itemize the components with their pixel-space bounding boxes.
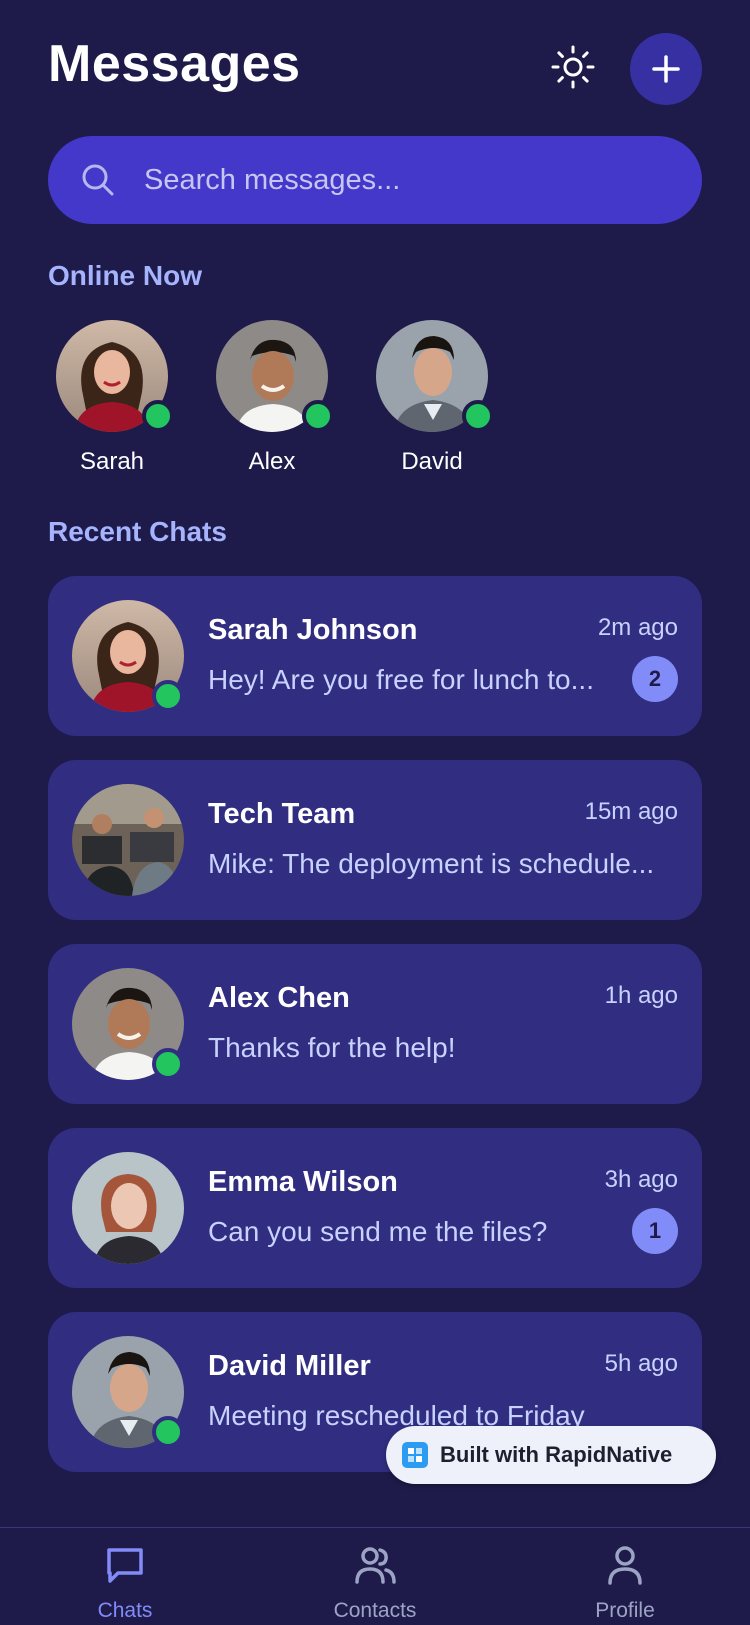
- chat-bubble-icon: [107, 1548, 143, 1583]
- online-user[interactable]: Alex: [192, 320, 352, 480]
- chat-name: Emma Wilson: [208, 1166, 398, 1198]
- online-user-name: Alex: [248, 448, 296, 475]
- chat-time: 5h ago: [604, 1350, 678, 1377]
- online-now-heading: Online Now: [48, 260, 202, 291]
- page-title: Messages: [48, 35, 301, 93]
- built-with-label: Built with RapidNative: [440, 1442, 673, 1467]
- users-icon: [355, 1547, 396, 1584]
- built-with-badge[interactable]: Built with RapidNative: [386, 1426, 716, 1484]
- nav-item-profile[interactable]: Profile: [545, 1542, 705, 1623]
- nav-item-chats[interactable]: Chats: [45, 1542, 205, 1623]
- online-status-dot: [302, 400, 334, 432]
- user-icon: [608, 1546, 642, 1585]
- new-message-button[interactable]: [630, 33, 702, 105]
- online-user-name: David: [401, 448, 463, 475]
- chat-time: 1h ago: [604, 982, 678, 1009]
- chat-item[interactable]: Alex Chen 1h ago Thanks for the help!: [48, 944, 702, 1104]
- online-user[interactable]: Sarah: [32, 320, 192, 480]
- online-status-dot: [152, 1048, 184, 1080]
- recent-chats-heading: Recent Chats: [48, 516, 227, 547]
- online-user-name: Sarah: [79, 448, 145, 475]
- unread-badge: 1: [632, 1208, 678, 1254]
- online-user[interactable]: David: [352, 320, 512, 480]
- search-icon: [82, 164, 114, 196]
- nav-item-contacts[interactable]: Contacts: [295, 1542, 455, 1623]
- unread-badge: 2: [632, 656, 678, 702]
- theme-toggle-button[interactable]: [548, 42, 598, 92]
- avatar: [72, 784, 184, 896]
- online-status-dot: [462, 400, 494, 432]
- bottom-nav: Chats Contacts Profile: [0, 1527, 750, 1625]
- chat-item[interactable]: Emma Wilson 3h ago Can you send me the f…: [48, 1128, 702, 1288]
- nav-label: Contacts: [333, 1599, 417, 1622]
- chat-name: Sarah Johnson: [208, 614, 418, 646]
- chat-preview: Can you send me the files?: [208, 1216, 548, 1247]
- search-input[interactable]: [142, 162, 666, 198]
- chat-item[interactable]: Sarah Johnson 2m ago Hey! Are you free f…: [48, 576, 702, 736]
- chat-preview: Mike: The deployment is schedule...: [208, 848, 655, 879]
- online-status-dot: [152, 680, 184, 712]
- online-status-dot: [142, 400, 174, 432]
- avatar: [72, 1152, 184, 1264]
- chat-name: David Miller: [208, 1350, 371, 1382]
- chat-time: 2m ago: [597, 614, 678, 641]
- chat-time: 15m ago: [584, 798, 678, 825]
- nav-label: Chats: [97, 1599, 153, 1622]
- chat-preview: Thanks for the help!: [208, 1032, 456, 1063]
- chat-time: 3h ago: [604, 1166, 678, 1193]
- rapidnative-logo-icon: [402, 1442, 428, 1468]
- nav-label: Profile: [595, 1599, 655, 1622]
- search-bar: [48, 136, 702, 224]
- online-status-dot: [152, 1416, 184, 1448]
- sun-icon: [551, 45, 595, 89]
- chat-name: Alex Chen: [208, 982, 350, 1014]
- chat-name: Tech Team: [208, 798, 356, 830]
- chat-preview: Hey! Are you free for lunch to...: [208, 664, 594, 695]
- plus-icon: [652, 55, 680, 83]
- chat-item[interactable]: Tech Team 15m ago Mike: The deployment i…: [48, 760, 702, 920]
